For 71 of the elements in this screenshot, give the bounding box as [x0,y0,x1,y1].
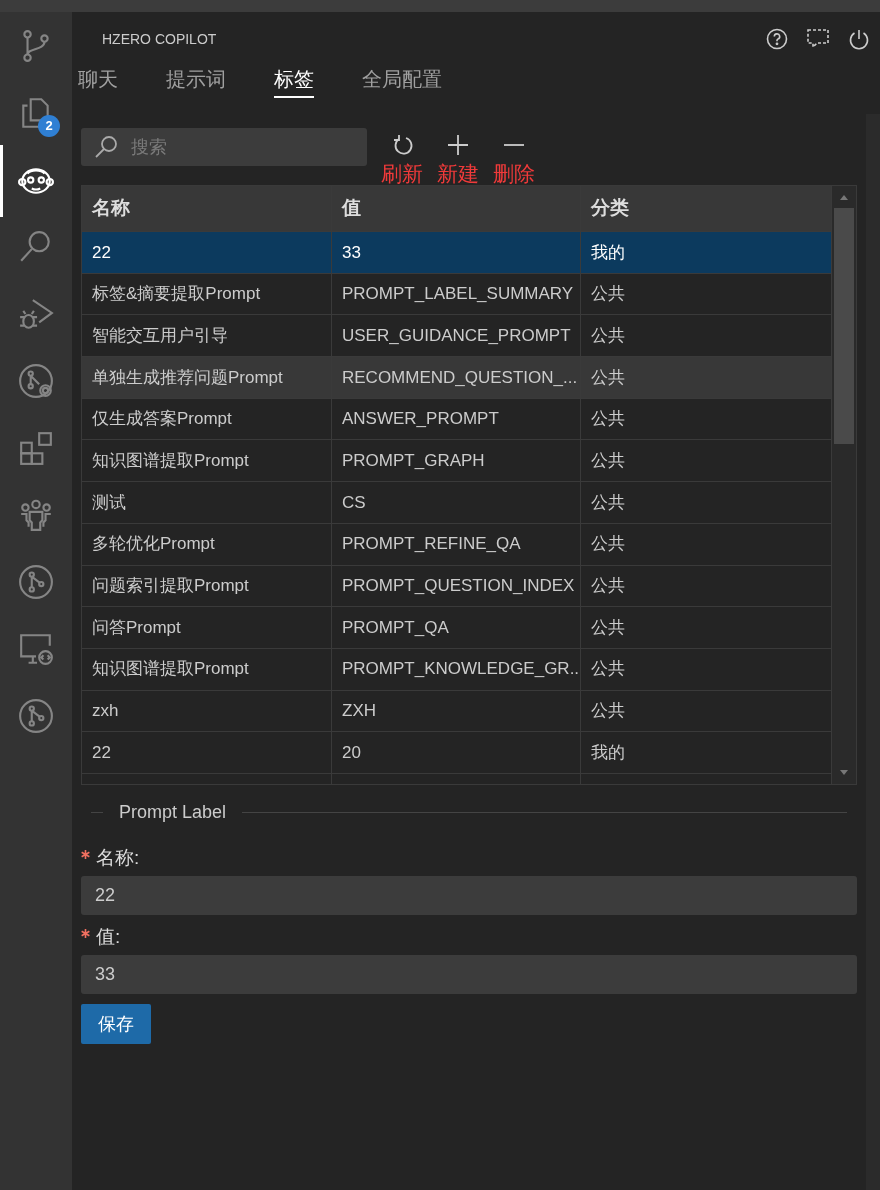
tab[interactable]: 提示词 [166,66,226,98]
table-row[interactable]: zxh ZXH 公共 [82,689,831,732]
table-cell-text: 公共 [590,616,626,639]
feedback-icon[interactable] [806,28,830,50]
plus-icon[interactable] [446,133,470,157]
table-cell: 测试 [82,482,332,523]
save-button[interactable]: 保存 [81,1004,151,1044]
table-cell-text: 我的 [590,741,626,764]
panel-title: HZERO COPILOT [102,29,218,49]
table-row[interactable]: 知识图谱提取Prompt PROMPT_KNOWLEDGE_GR... 公共 [82,647,831,690]
field-label: 名称: [96,846,140,870]
table-cell: CS [332,482,581,523]
search-icon [93,134,119,160]
power-icon[interactable] [848,28,870,50]
table-cell: 问答Prompt [82,607,332,648]
table-cell-text: 公共 [590,658,626,681]
remote-icon[interactable] [18,631,54,667]
branch-circle-icon[interactable] [18,564,54,600]
column-header[interactable]: 分类 [581,186,831,231]
annotation-label: 刷新 [381,161,423,187]
table-cell-text: 公共 [590,283,626,306]
table-cell-text: 公共 [590,491,626,514]
table-row[interactable]: 多轮优化Prompt PROMPT_REFINE_QA 公共 [82,522,831,565]
table-cell: PROMPT_KNOWLEDGE_GR... [332,648,581,690]
table-row[interactable]: 标签&摘要提取Prompt PROMPT_LABEL_SUMMARY 公共 [82,272,831,315]
table-row[interactable]: 问题索引提取Prompt PROMPT_QUESTION_INDEX 公共 [82,564,831,607]
table-row[interactable]: 仅生成答案Prompt ANSWER_PROMPT 公共 [82,397,831,440]
table-cell: PROMPT_QA [332,607,581,648]
table-cell-text: 公共 [590,533,626,556]
table-cell: 多轮优化Prompt [82,523,332,565]
table-cell: 22 [82,232,332,273]
table-cell: 33 [332,232,581,273]
scrollbar-thumb[interactable] [834,208,854,444]
input-field[interactable]: 22 [81,876,857,915]
table-cell-text: 我的 [590,241,626,264]
table-cell-text: 公共 [590,408,626,431]
input-field[interactable]: 33 [81,955,857,994]
branch-circle-icon[interactable] [18,698,54,734]
table-row[interactable]: 测试 CS 公共 [82,481,831,523]
field-label: 值: [96,925,121,949]
help-icon[interactable] [766,28,788,50]
active-indicator [0,145,3,217]
badge: 2 [38,115,60,137]
annotation-label: 删除 [493,161,535,187]
search-field[interactable]: 搜索 [81,128,367,166]
table-cell-text: 公共 [590,575,626,598]
table-cell-text: 公共 [590,324,626,347]
table-row[interactable]: 22 33 我的 [82,231,831,273]
tab[interactable]: 标签 [274,66,314,98]
table-row[interactable]: 问答Prompt PROMPT_QA 公共 [82,606,831,648]
table-cell: 单独生成推荐问题Prompt [82,357,332,398]
table-row[interactable]: 22 20 我的 [82,731,831,773]
people-icon[interactable] [18,497,54,533]
table-cell: 知识图谱提取Prompt [82,648,332,690]
annotation-label: 新建 [437,161,479,187]
table-cell: RECOMMEND_QUESTION_... [332,357,581,398]
blocks-icon[interactable] [18,430,54,466]
debug-icon[interactable] [18,296,54,332]
table-cell: PROMPT_REFINE_QA [332,523,581,565]
table-cell: 20 [332,732,581,773]
table-cell-text: 公共 [590,366,626,389]
tab[interactable]: 聊天 [78,66,118,98]
table-row[interactable]: 知识图谱提取Prompt PROMPT_GRAPH 公共 [82,439,831,482]
branch-search-icon[interactable] [18,363,54,399]
section-title: Prompt Label [119,801,227,824]
table-row[interactable]: 单独生成推荐问题Prompt RECOMMEND_QUESTION_... 公共 [82,356,831,398]
table-row[interactable]: 智能交互用户引导 USER_GUIDANCE_PROMPT 公共 [82,314,831,357]
table-cell-text: 公共 [590,700,626,723]
table-cell-text: 公共 [590,450,626,473]
tab[interactable]: 全局配置 [362,66,442,98]
table-cell: 22 [82,732,332,773]
